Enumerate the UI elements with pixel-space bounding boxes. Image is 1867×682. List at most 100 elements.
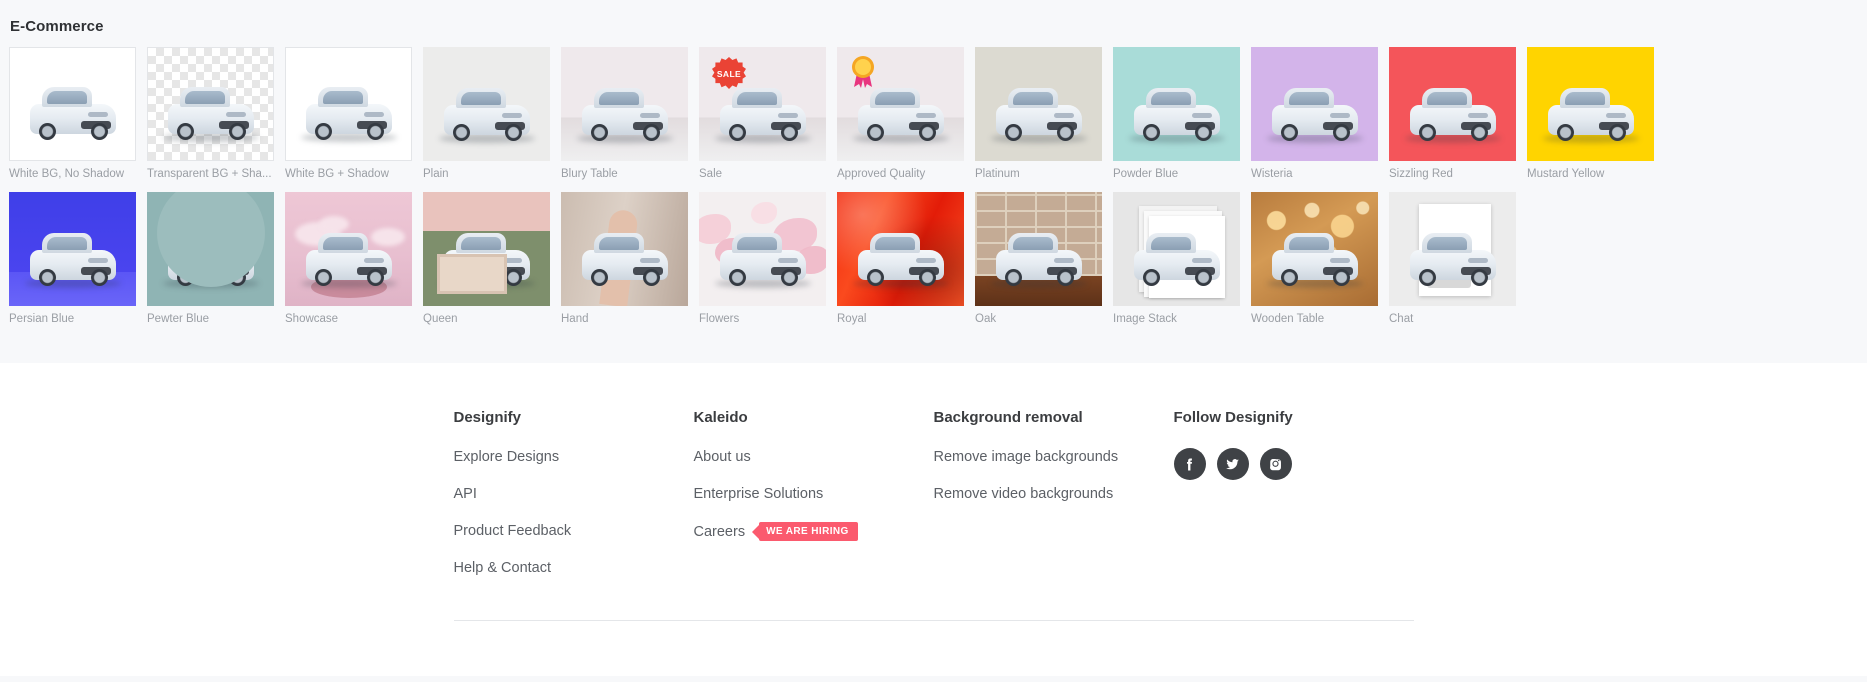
- instagram-icon[interactable]: [1260, 448, 1292, 480]
- car-wheel-front: [1471, 124, 1488, 141]
- style-thumbnail[interactable]: [1527, 47, 1654, 161]
- style-card-label: Chat: [1389, 312, 1516, 327]
- style-card[interactable]: Platinum: [975, 47, 1102, 182]
- car-body: [168, 250, 254, 280]
- style-thumbnail[interactable]: [1113, 192, 1240, 306]
- product-car-image: [30, 104, 116, 134]
- footer-link-careers[interactable]: Careers: [694, 523, 746, 541]
- car-roof: [456, 233, 506, 253]
- style-card[interactable]: Oak: [975, 192, 1102, 327]
- style-card-label: Hand: [561, 312, 688, 327]
- product-car-image: [1410, 250, 1496, 280]
- style-thumbnail[interactable]: [9, 192, 136, 306]
- style-thumbnail[interactable]: [975, 47, 1102, 161]
- cloud-shape: [319, 216, 349, 232]
- style-thumbnail[interactable]: [285, 47, 412, 161]
- footer-link-about-us[interactable]: About us: [694, 448, 934, 466]
- style-card-label: Queen: [423, 312, 550, 327]
- ecommerce-gallery: E-Commerce White BG, No ShadowTransparen…: [0, 0, 1867, 363]
- footer-link-api[interactable]: API: [454, 485, 694, 503]
- style-thumbnail[interactable]: [1389, 192, 1516, 306]
- product-car-image: [306, 250, 392, 280]
- car-headlight: [88, 258, 108, 263]
- car-body: [720, 105, 806, 135]
- car-windshield: [737, 92, 777, 105]
- style-card[interactable]: White BG + Shadow: [285, 47, 412, 182]
- style-thumbnail[interactable]: [561, 47, 688, 161]
- style-thumbnail[interactable]: [1113, 47, 1240, 161]
- style-card[interactable]: SALESale: [699, 47, 826, 182]
- style-thumbnail[interactable]: SALE: [699, 47, 826, 161]
- style-thumbnail[interactable]: [837, 47, 964, 161]
- style-card[interactable]: Chat: [1389, 192, 1516, 327]
- car-wheel-rear: [867, 269, 884, 286]
- style-thumbnail[interactable]: [9, 47, 136, 161]
- car-windshield: [47, 91, 87, 104]
- car-body: [30, 104, 116, 134]
- footer-link-explore-designs[interactable]: Explore Designs: [454, 448, 694, 466]
- car-wheel-front: [643, 124, 660, 141]
- style-card[interactable]: Blury Table: [561, 47, 688, 182]
- cloud-shape: [371, 228, 405, 246]
- footer-link-enterprise-solutions[interactable]: Enterprise Solutions: [694, 485, 934, 503]
- style-card[interactable]: Queen: [423, 192, 550, 327]
- product-car-image: [858, 250, 944, 280]
- product-car-image: [444, 250, 530, 280]
- style-card-label: Wisteria: [1251, 167, 1378, 182]
- car-roof: [456, 88, 506, 108]
- style-card[interactable]: White BG, No Shadow: [9, 47, 136, 182]
- we-are-hiring-badge[interactable]: WE ARE HIRING: [759, 522, 858, 541]
- style-thumbnail[interactable]: [699, 192, 826, 306]
- car-body: [582, 250, 668, 280]
- style-thumbnail[interactable]: [423, 47, 550, 161]
- style-thumbnail[interactable]: [1389, 47, 1516, 161]
- style-thumbnail[interactable]: [975, 192, 1102, 306]
- style-card[interactable]: Showcase: [285, 192, 412, 327]
- style-thumbnail[interactable]: [1251, 192, 1378, 306]
- footer-link-product-feedback[interactable]: Product Feedback: [454, 522, 694, 540]
- car-wheel-rear: [1281, 269, 1298, 286]
- style-card[interactable]: Mustard Yellow: [1527, 47, 1654, 182]
- style-card-label: Pewter Blue: [147, 312, 274, 327]
- car-body: [444, 250, 530, 280]
- style-card[interactable]: Wooden Table: [1251, 192, 1378, 327]
- footer-link-remove-image-backgrounds[interactable]: Remove image backgrounds: [934, 448, 1174, 466]
- car-roof: [1422, 233, 1472, 253]
- style-card[interactable]: Approved Quality: [837, 47, 964, 182]
- style-thumbnail[interactable]: [147, 192, 274, 306]
- style-card[interactable]: Sizzling Red: [1389, 47, 1516, 182]
- style-card[interactable]: Royal: [837, 192, 964, 327]
- footer-link-remove-video-backgrounds[interactable]: Remove video backgrounds: [934, 485, 1174, 503]
- car-wheel-rear: [729, 124, 746, 141]
- style-thumbnail[interactable]: [561, 192, 688, 306]
- product-car-image: [582, 250, 668, 280]
- twitter-icon[interactable]: [1217, 448, 1249, 480]
- style-card[interactable]: Wisteria: [1251, 47, 1378, 182]
- style-card[interactable]: Persian Blue: [9, 192, 136, 327]
- footer-column-social: Follow Designify: [1174, 409, 1414, 596]
- car-wheel-front: [505, 269, 522, 286]
- style-thumbnail[interactable]: [147, 47, 274, 161]
- car-wheel-front: [1471, 269, 1488, 286]
- car-body: [1134, 105, 1220, 135]
- style-thumbnail[interactable]: [285, 192, 412, 306]
- product-car-image: [306, 104, 392, 134]
- style-thumbnail[interactable]: [837, 192, 964, 306]
- style-card[interactable]: Image Stack: [1113, 192, 1240, 327]
- car-wheel-rear: [1419, 124, 1436, 141]
- product-car-image: [582, 105, 668, 135]
- footer-link-help-contact[interactable]: Help & Contact: [454, 559, 694, 577]
- style-card-label: Platinum: [975, 167, 1102, 182]
- style-card[interactable]: Hand: [561, 192, 688, 327]
- style-thumbnail[interactable]: [423, 192, 550, 306]
- car-body: [444, 105, 530, 135]
- style-card[interactable]: Transparent BG + Sha...: [147, 47, 274, 182]
- style-card[interactable]: Pewter Blue: [147, 192, 274, 327]
- style-card[interactable]: Powder Blue: [1113, 47, 1240, 182]
- car-body: [1548, 105, 1634, 135]
- facebook-icon[interactable]: [1174, 448, 1206, 480]
- style-thumbnail[interactable]: [1251, 47, 1378, 161]
- style-card[interactable]: Plain: [423, 47, 550, 182]
- car-wheel-front: [919, 124, 936, 141]
- style-card[interactable]: Flowers: [699, 192, 826, 327]
